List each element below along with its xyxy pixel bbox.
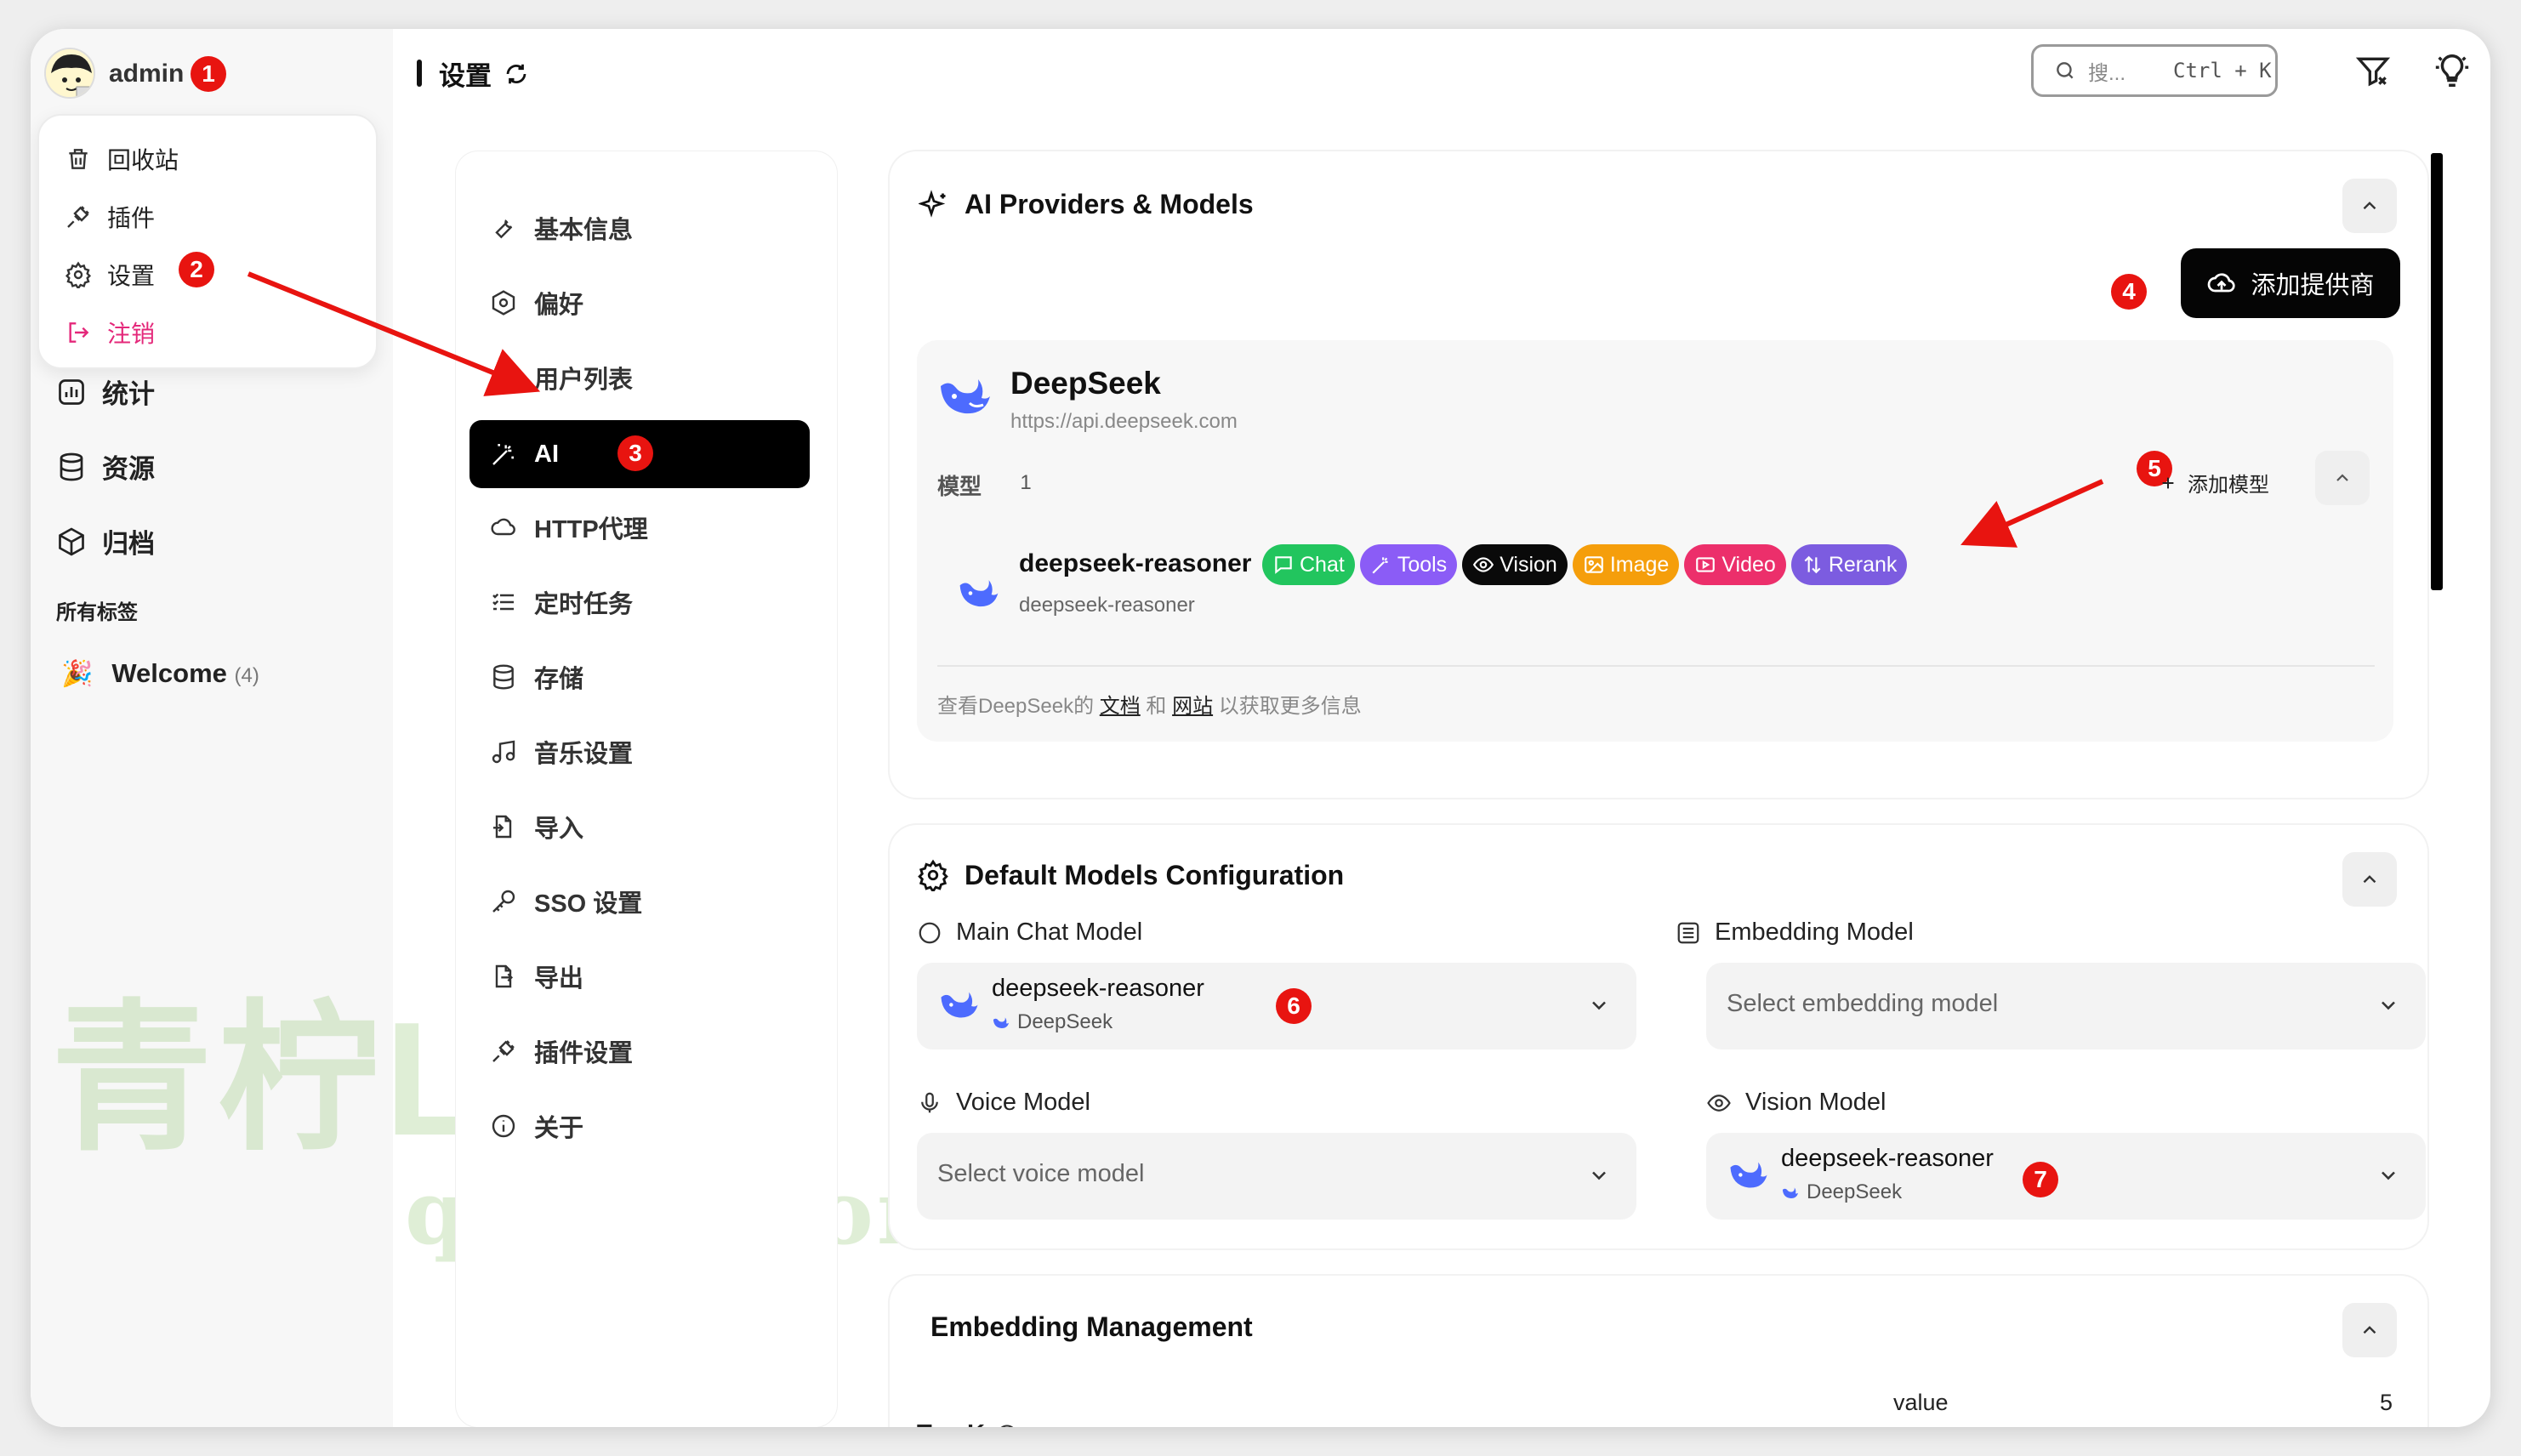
app-window: admin 1 回收站 插件 设置 2 注销 统计 资源 归档 所有标签 🎉 W… <box>31 29 2490 1427</box>
arrow-to-model <box>1960 479 2104 548</box>
arrow-to-ai <box>247 271 541 396</box>
annotation-arrows <box>247 271 2104 548</box>
